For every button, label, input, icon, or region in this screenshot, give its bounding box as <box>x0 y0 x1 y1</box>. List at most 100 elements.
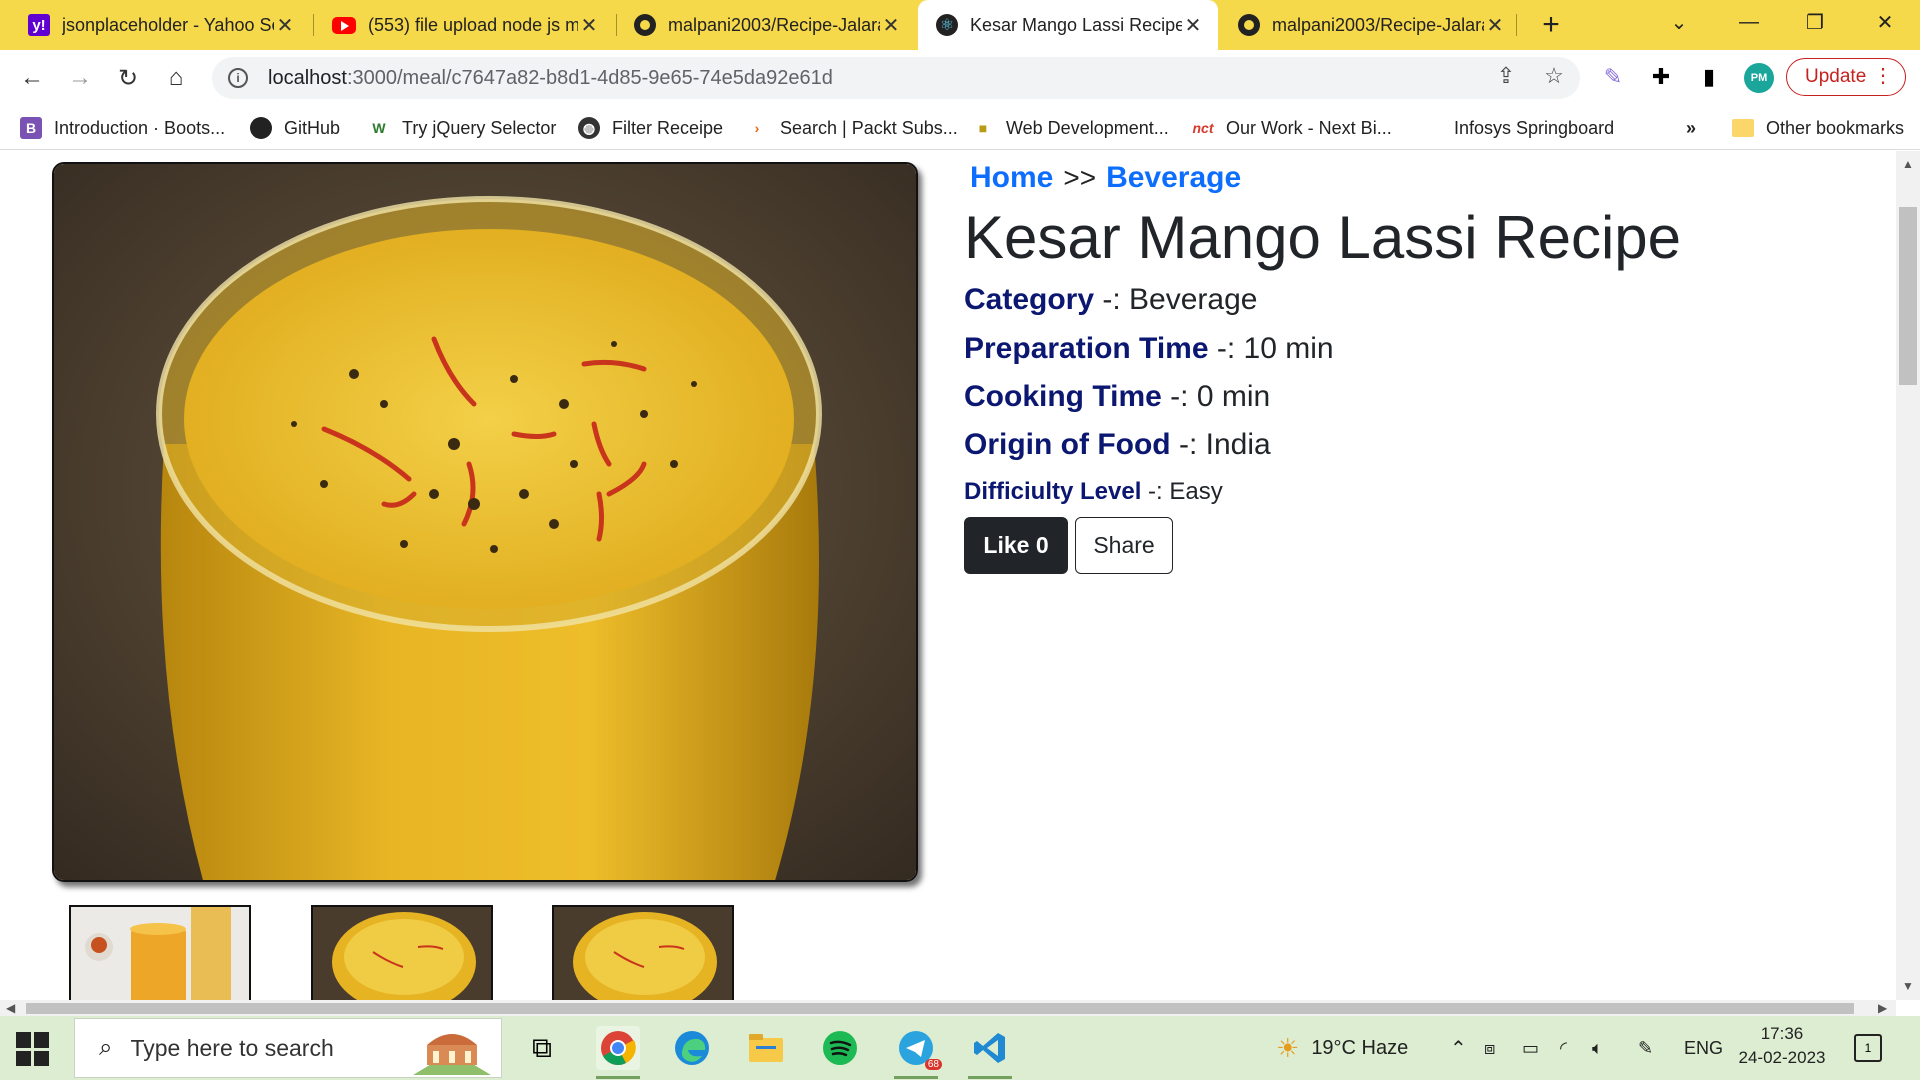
like-button[interactable]: Like 0 <box>964 517 1068 574</box>
tab-youtube[interactable]: (553) file upload node js mongo ✕ <box>314 0 614 50</box>
scroll-right-arrow-icon[interactable]: ▶ <box>1878 1001 1887 1015</box>
tab-title: Kesar Mango Lassi Recipe <box>970 14 1182 35</box>
tab-search-chevron-icon[interactable]: ⌄ <box>1646 0 1712 44</box>
system-clock[interactable]: 17:36 24-02-2023 <box>1734 1022 1830 1070</box>
reload-button[interactable]: ↻ <box>110 60 146 96</box>
bookmark-item[interactable]: ■ Web Development... <box>972 116 1169 140</box>
search-highlight-illustration <box>413 1034 491 1075</box>
close-icon[interactable]: ✕ <box>578 14 600 37</box>
like-label: Like <box>983 532 1030 558</box>
detail-label: Difficiulty Level <box>964 478 1142 505</box>
tab-github-1[interactable]: malpani2003/Recipe-Jalaram ✕ <box>616 0 916 50</box>
detail-value: 10 min <box>1243 332 1334 365</box>
breadcrumb: Home >> Beverage <box>970 161 1241 195</box>
notification-count: 1 <box>1864 1041 1872 1055</box>
search-placeholder: Type here to search <box>130 1034 334 1061</box>
close-icon[interactable]: ✕ <box>880 14 902 37</box>
nct-icon: nct <box>1192 120 1214 136</box>
bookmark-item[interactable]: Infosys Springboard <box>1420 116 1614 140</box>
thumbnail-image[interactable] <box>311 905 493 1000</box>
github-icon <box>1238 14 1260 36</box>
bookmark-label: Search | Packt Subs... <box>780 117 958 138</box>
bookmark-item[interactable]: ◍ Filter Receipe <box>578 116 723 140</box>
windows-taskbar: ⌕ Type here to search ⧉ 68 ☀ 19°C Haze ⌃… <box>0 1016 1920 1080</box>
thumbnail-strip <box>0 905 900 1000</box>
other-bookmarks-folder[interactable]: Other bookmarks <box>1732 116 1904 140</box>
spotify-app-icon[interactable] <box>818 1026 862 1070</box>
back-button[interactable]: ← <box>14 60 50 96</box>
share-button[interactable]: Share <box>1075 517 1173 574</box>
weather-widget[interactable]: ☀ 19°C Haze <box>1276 1016 1408 1080</box>
minimize-button[interactable]: — <box>1716 0 1782 44</box>
side-panel-icon[interactable]: ▮ <box>1694 62 1724 92</box>
pen-tray-icon[interactable]: ✎ <box>1638 1016 1653 1080</box>
vscode-app-icon[interactable] <box>968 1026 1012 1079</box>
tab-title: malpani2003/Recipe-Jalaram <box>1272 14 1484 35</box>
bookmark-label: Filter Receipe <box>612 117 724 138</box>
scroll-left-arrow-icon[interactable]: ◀ <box>6 1001 15 1015</box>
site-info-icon[interactable]: i <box>228 68 248 88</box>
telegram-app-icon[interactable]: 68 <box>894 1026 942 1079</box>
more-menu-icon[interactable]: ⋮ <box>1873 65 1893 87</box>
detail-separator: -: <box>1141 478 1170 505</box>
battery-icon[interactable]: ▭ <box>1522 1016 1539 1080</box>
bookmark-item[interactable]: › Search | Packt Subs... <box>746 116 958 140</box>
scrollbar-thumb[interactable] <box>1899 207 1917 385</box>
tab-github-2[interactable]: malpani2003/Recipe-Jalaram ✕ <box>1220 0 1520 50</box>
bookmark-label: GitHub <box>284 117 341 138</box>
close-icon[interactable]: ✕ <box>1182 14 1204 37</box>
breadcrumb-home-link[interactable]: Home <box>970 161 1053 195</box>
bookmark-label: Try jQuery Selector <box>402 117 557 138</box>
volume-icon[interactable]: 🔈︎ <box>1592 1016 1603 1080</box>
share-page-icon[interactable]: ⇪ <box>1488 58 1524 94</box>
thumbnail-image[interactable] <box>552 905 734 1000</box>
forward-button[interactable]: → <box>62 60 98 96</box>
bookmarks-bar: B Introduction · Boots... GitHub W Try j… <box>0 106 1920 150</box>
bookmark-item[interactable]: GitHub <box>250 116 340 140</box>
close-icon[interactable]: ✕ <box>274 14 296 37</box>
bookmark-item[interactable]: nct Our Work - Next Bi... <box>1192 116 1392 140</box>
show-hidden-icons-chevron-icon[interactable]: ⌃ <box>1450 1016 1467 1080</box>
bookmark-label: Web Development... <box>1006 117 1169 138</box>
close-window-button[interactable]: ✕ <box>1852 0 1918 44</box>
file-explorer-icon[interactable] <box>744 1026 788 1070</box>
thumbnail-image[interactable] <box>69 905 251 1000</box>
scroll-up-arrow-icon[interactable]: ▲ <box>1902 157 1914 171</box>
task-view-icon[interactable]: ⧉ <box>520 1026 564 1070</box>
scroll-down-arrow-icon[interactable]: ▼ <box>1902 979 1914 993</box>
breadcrumb-category-link[interactable]: Beverage <box>1106 161 1241 195</box>
bookmarks-overflow-button[interactable]: » <box>1686 116 1696 140</box>
address-bar[interactable]: i localhost:3000/meal/c7647a82-b8d1-4d85… <box>212 57 1580 99</box>
bookmark-item[interactable]: B Introduction · Boots... <box>20 116 225 140</box>
wifi-icon[interactable]: ◜ <box>1560 1016 1567 1080</box>
windows-start-icon[interactable] <box>16 1032 50 1066</box>
home-button[interactable]: ⌂ <box>158 60 194 96</box>
close-icon[interactable]: ✕ <box>1484 14 1506 37</box>
new-tab-button[interactable]: + <box>1534 8 1568 42</box>
tab-active-recipe[interactable]: ⚛ Kesar Mango Lassi Recipe ✕ <box>918 0 1218 50</box>
edge-app-icon[interactable] <box>670 1026 714 1070</box>
detail-separator: -: <box>1094 283 1130 316</box>
vertical-scrollbar[interactable]: ▲ ▼ <box>1896 151 1920 1000</box>
taskbar-search-box[interactable]: ⌕ Type here to search <box>74 1018 502 1078</box>
haze-weather-icon: ☀ <box>1276 1032 1300 1063</box>
tab-yahoo[interactable]: y! jsonplaceholder - Yahoo Search ✕ <box>10 0 310 50</box>
language-indicator[interactable]: ENG <box>1684 1016 1723 1080</box>
detail-difficulty: Difficiulty Level -: Easy <box>964 478 1223 506</box>
web-icon: ■ <box>978 120 988 136</box>
update-button[interactable]: Update ⋮ <box>1786 58 1906 96</box>
profile-avatar[interactable]: PM <box>1744 63 1774 93</box>
bookmark-item[interactable]: W Try jQuery Selector <box>368 116 556 140</box>
scrollbar-thumb[interactable] <box>26 1003 1854 1014</box>
packt-icon: › <box>754 120 760 136</box>
detail-preparation-time: Preparation Time -: 10 min <box>964 332 1334 366</box>
horizontal-scrollbar[interactable]: ◀ ▶ <box>0 1000 1896 1016</box>
detail-separator: -: <box>1170 428 1206 461</box>
chrome-app-icon[interactable] <box>596 1026 640 1079</box>
restore-button[interactable]: ❐ <box>1782 0 1848 44</box>
notification-center-icon[interactable]: 1 <box>1854 1034 1882 1062</box>
extensions-puzzle-icon[interactable]: ✚ <box>1646 62 1676 92</box>
bookmark-star-icon[interactable]: ☆ <box>1536 58 1572 94</box>
meet-now-icon[interactable]: ⧈ <box>1484 1016 1495 1080</box>
pen-extension-icon[interactable]: ✎ <box>1598 62 1628 92</box>
